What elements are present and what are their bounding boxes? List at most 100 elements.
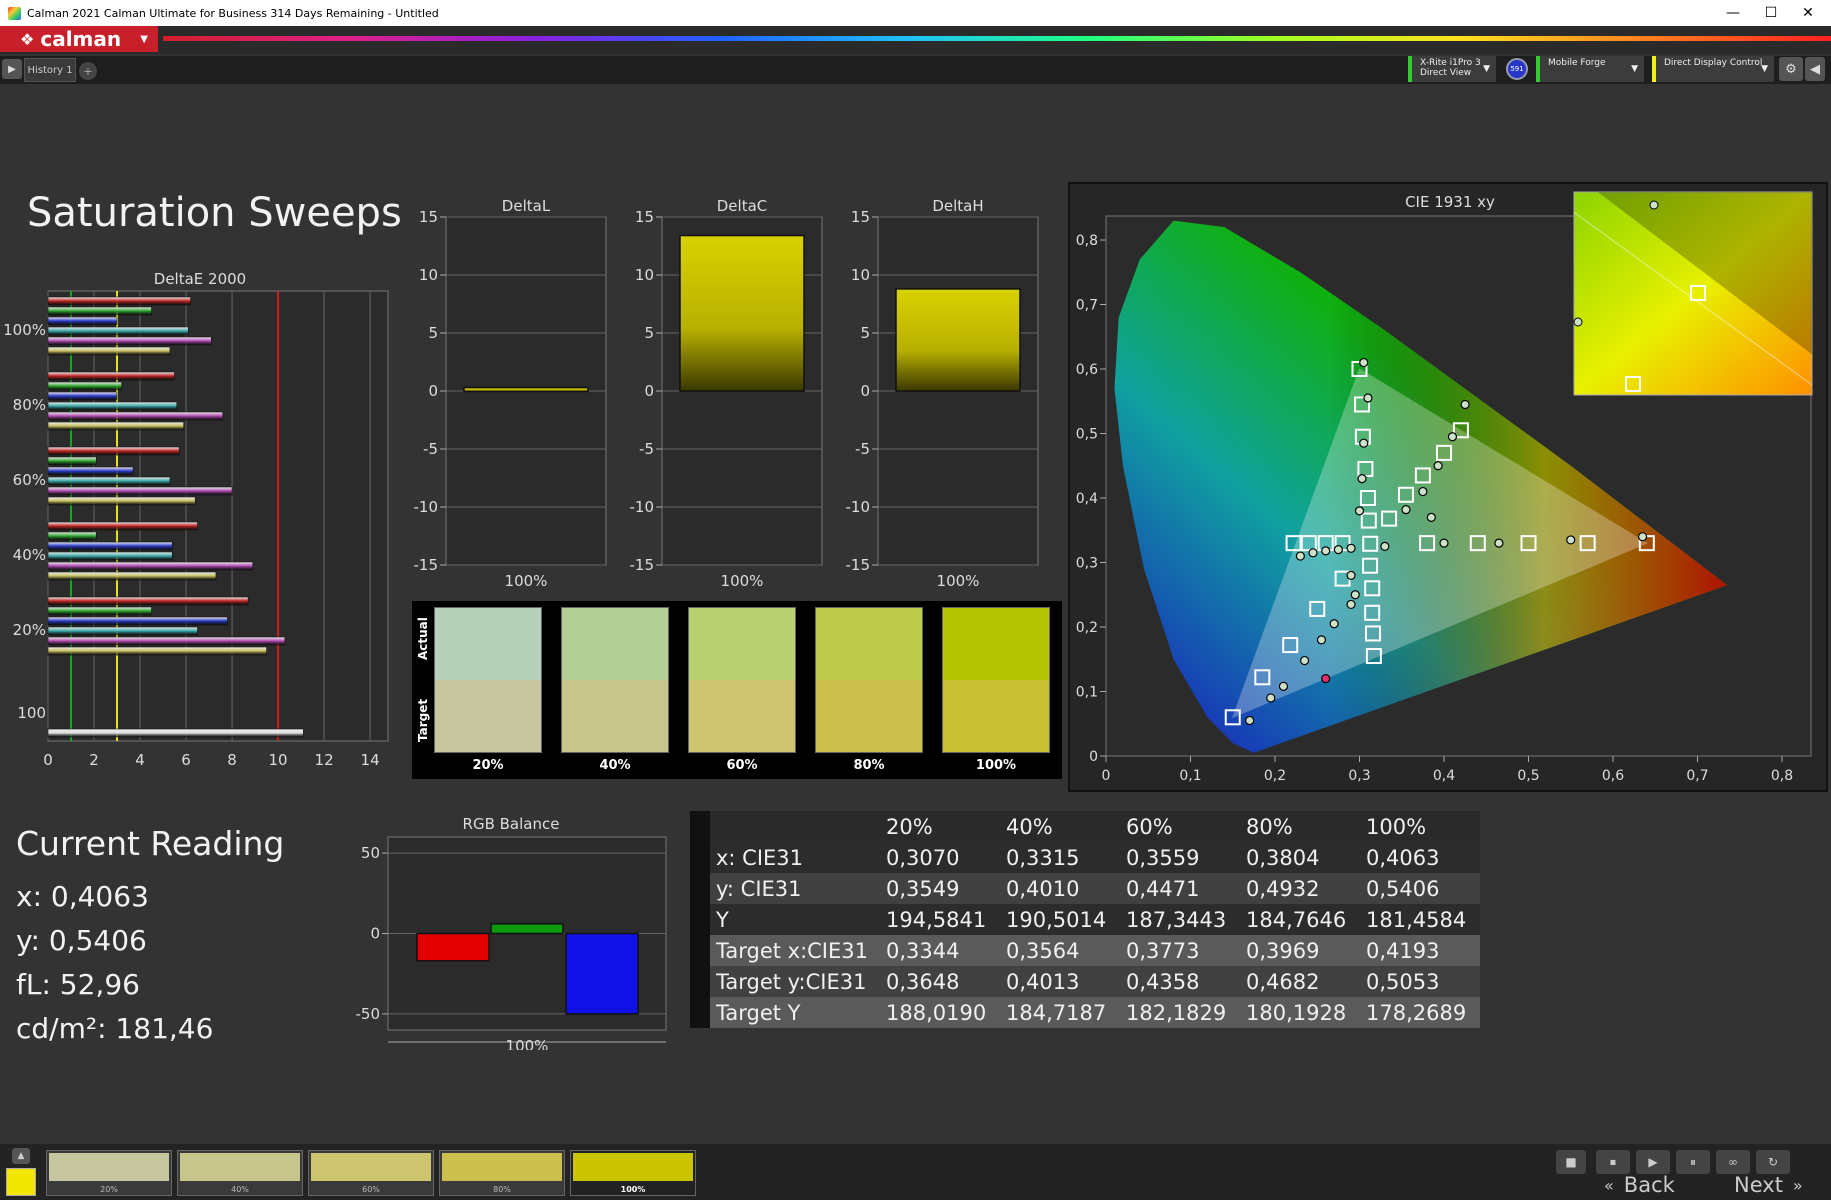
measured-point (1357, 474, 1367, 484)
stop-icon[interactable]: ■ (1556, 1150, 1586, 1174)
color-swatch (561, 607, 669, 753)
x-tick-label: 6 (181, 751, 191, 769)
patch-button[interactable]: 60% (308, 1150, 434, 1196)
table-cell: 0,3070 (880, 842, 1000, 873)
y-tick-label: -15 (846, 556, 871, 574)
x-tick-label: 100% (937, 572, 980, 590)
actual-label: Actual (416, 617, 430, 660)
deltae-bar (47, 466, 134, 476)
patch-button[interactable]: 40% (177, 1150, 303, 1196)
x-tick-label: 0 (43, 751, 53, 769)
measured-point (1447, 432, 1458, 442)
delta-chart-title: DeltaL (502, 197, 551, 215)
measured-point (1321, 674, 1331, 684)
close-button[interactable]: ✕ (1785, 0, 1831, 26)
table-header: 100% (1360, 811, 1480, 842)
refresh-icon[interactable]: ↻ (1756, 1150, 1790, 1174)
delta-bar (895, 288, 1021, 392)
play-icon[interactable]: ▶ (1636, 1150, 1670, 1174)
rgb-bar-r (416, 932, 490, 962)
measured-point (1359, 357, 1369, 368)
measured-point (1321, 546, 1331, 556)
measured-point (1426, 512, 1436, 522)
table-cell: 0,4193 (1360, 935, 1480, 966)
swatch-actual (943, 608, 1049, 680)
x-tick-label: 8 (227, 751, 237, 769)
table-row: Target y:CIE31 0,3648 0,4013 0,4358 0,4682 0,… (690, 966, 1480, 997)
gear-icon[interactable]: ⚙ (1779, 57, 1803, 81)
measured-point (1494, 538, 1504, 548)
calman-menu-button[interactable]: ❖ calman ▼ (0, 26, 158, 52)
table-row: Y 194,5841 190,5014 187,3443 184,7646 181,458… (690, 904, 1480, 935)
loop-icon[interactable]: ∞ (1716, 1150, 1750, 1174)
table-cell: 187,3443 (1120, 904, 1240, 935)
measured-point (1380, 541, 1390, 551)
swatch-target (689, 680, 795, 752)
row-stub (690, 997, 710, 1028)
delta-chart-title: DeltaC (717, 197, 768, 215)
tab-history-1[interactable]: History 1 (24, 58, 76, 82)
patch-button[interactable]: 80% (439, 1150, 565, 1196)
stop-small-icon[interactable]: ⏹ (1596, 1150, 1630, 1174)
patch-button[interactable]: 100% (570, 1150, 696, 1196)
back-button[interactable]: « Back (1604, 1172, 1675, 1198)
deltae-bar (47, 306, 152, 316)
collapse-icon[interactable]: ◀ (1805, 57, 1825, 81)
measured-point (1401, 505, 1411, 515)
table-cell: 182,1829 (1120, 997, 1240, 1028)
row-label: Y (710, 904, 880, 935)
y-tick-label: -5 (423, 440, 438, 458)
table-cell: 180,1928 (1240, 997, 1360, 1028)
table-cell: 0,3549 (880, 873, 1000, 904)
deltae-bar (47, 421, 185, 431)
swatch-label: 40% (599, 758, 631, 773)
patch-label: 80% (493, 1185, 511, 1194)
color-swatch (815, 607, 923, 753)
rgb-bar-b (565, 932, 639, 1015)
rgb-bar-g (490, 923, 564, 935)
y-tick-label: 0 (644, 382, 654, 400)
add-tab-button[interactable]: + (79, 62, 97, 80)
table-cell: 0,3773 (1120, 935, 1240, 966)
source-select[interactable]: Mobile Forge ▼ (1536, 56, 1644, 82)
measured-point (1278, 681, 1289, 691)
y-tick-label: 10 (419, 266, 438, 284)
meter-name: X-Rite i1Pro 3 (1420, 58, 1481, 68)
next-label: Next (1734, 1173, 1783, 1197)
rgb-balance-chart: 50 0 -50 100% (356, 836, 667, 1050)
next-button[interactable]: Next » (1734, 1172, 1803, 1198)
y-tick-label: -15 (630, 556, 655, 574)
y-tick-label: -5 (639, 440, 654, 458)
row-stub (690, 966, 710, 997)
current-reading-title: Current Reading (16, 824, 285, 863)
table-cell: 0,3969 (1240, 935, 1360, 966)
table-cell: 181,4584 (1360, 904, 1480, 935)
patch-button[interactable]: 20% (46, 1150, 172, 1196)
y-tick-label: 60% (13, 471, 46, 489)
window-titlebar: Calman 2021 Calman Ultimate for Business… (0, 0, 1831, 26)
deltae-plot-area (47, 290, 389, 742)
x-tick-label: 0,3 (1348, 768, 1370, 784)
display-name: Direct Display Control (1664, 58, 1763, 68)
y-tick-label: -10 (414, 498, 439, 516)
row-label: Target y:CIE31 (710, 966, 880, 997)
display-select[interactable]: Direct Display Control ▼ (1652, 56, 1774, 82)
table-cell: 0,3648 (880, 966, 1000, 997)
deltae-bar (47, 411, 224, 421)
y-tick-label: 20% (13, 621, 46, 639)
play-icon[interactable]: ▶ (2, 59, 22, 79)
patch-label: 100% (620, 1185, 646, 1194)
patch-color (180, 1153, 300, 1181)
x-tick-label: 0,6 (1602, 768, 1624, 784)
table-row: Target Y 188,0190 184,7187 182,1829 180,1928… (690, 997, 1480, 1028)
table-cell: 0,3804 (1240, 842, 1360, 873)
deltae-bar (47, 326, 189, 336)
meter-select[interactable]: X-Rite i1Pro 3 Direct View ▼ (1408, 56, 1496, 82)
reading-y: y: 0,5406 (16, 924, 147, 957)
chevron-up-icon[interactable]: ▲ (12, 1148, 30, 1164)
row-label: y: CIE31 (710, 873, 880, 904)
x-tick-label: 12 (315, 751, 334, 769)
x-tick-label: 0,7 (1686, 768, 1708, 784)
pause-record-icon[interactable]: ⏸ (1676, 1150, 1710, 1174)
x-tick-label: 0,1 (1179, 768, 1201, 784)
